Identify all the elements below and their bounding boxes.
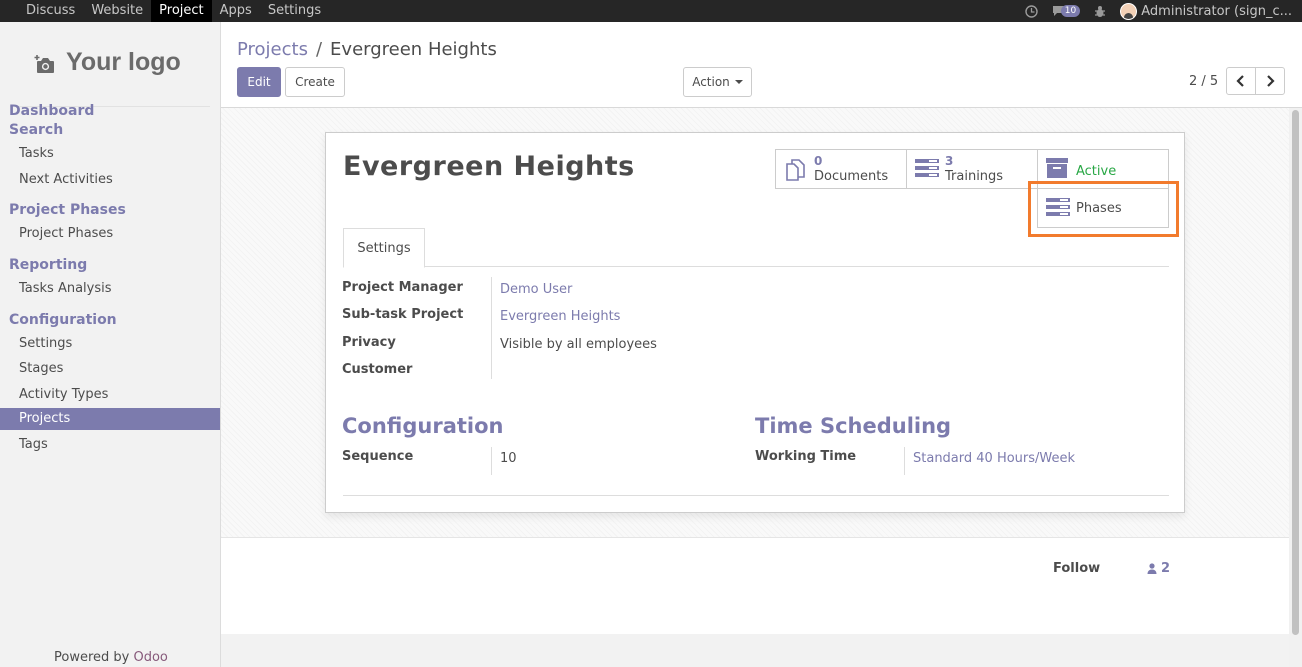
documents-icon xyxy=(784,158,808,181)
action-label: Action xyxy=(692,75,730,89)
breadcrumb-current: Evergreen Heights xyxy=(330,39,497,60)
edit-button[interactable]: Edit xyxy=(237,67,281,97)
top-navbar: Discuss Website Project Apps Settings 10… xyxy=(0,0,1302,22)
menu-apps[interactable]: Apps xyxy=(212,0,260,22)
trainings-count: 3 xyxy=(945,154,954,168)
field-value-working-time[interactable]: Standard 40 Hours/Week xyxy=(913,451,1075,466)
sheet-bottom-divider xyxy=(343,495,1169,496)
user-menu[interactable]: Administrator (sign_c... xyxy=(1141,4,1292,19)
followers-count: 2 xyxy=(1161,561,1171,576)
company-logo[interactable]: Your logo xyxy=(34,48,181,77)
section-configuration: Configuration xyxy=(342,414,504,438)
sidebar-item-stages[interactable]: Stages xyxy=(0,358,220,380)
pager-next-button[interactable] xyxy=(1255,67,1285,95)
field-label-working-time: Working Time xyxy=(755,449,857,464)
sidebar: Your logo Dashboard Search Tasks Next Ac… xyxy=(0,22,221,667)
sidebar-item-project-phases[interactable]: Project Phases xyxy=(0,223,220,245)
menu-settings[interactable]: Settings xyxy=(260,0,329,22)
action-dropdown[interactable]: Action xyxy=(683,67,752,97)
powered-by: Powered by Odoo xyxy=(54,650,168,665)
sidebar-section-project-phases: Project Phases xyxy=(9,202,126,218)
camera-icon xyxy=(34,53,56,73)
field-value-project-manager[interactable]: Demo User xyxy=(500,282,572,297)
logo-text: Your logo xyxy=(66,48,181,76)
field-separator xyxy=(491,277,492,379)
user-icon xyxy=(1147,563,1157,574)
sidebar-section-reporting: Reporting xyxy=(9,257,88,273)
record-title: Evergreen Heights xyxy=(343,151,635,182)
menu-discuss[interactable]: Discuss xyxy=(18,0,83,22)
scrollbar[interactable] xyxy=(1289,108,1302,667)
active-label: Active xyxy=(1076,163,1117,179)
chevron-left-icon xyxy=(1236,75,1244,87)
trainings-label: Trainings xyxy=(945,169,1004,184)
documents-smart-button[interactable]: 0 Documents xyxy=(775,149,907,189)
menu-project[interactable]: Project xyxy=(151,0,212,22)
field-label-sequence: Sequence xyxy=(342,449,414,464)
field-value-privacy[interactable]: Visible by all employees xyxy=(500,337,657,352)
field-label-customer: Customer xyxy=(342,362,413,377)
sidebar-item-settings[interactable]: Settings xyxy=(0,333,220,355)
highlight-box xyxy=(1028,181,1179,237)
user-avatar[interactable] xyxy=(1120,2,1138,20)
powered-by-text: Powered by xyxy=(54,650,134,665)
bug-icon[interactable] xyxy=(1094,5,1106,18)
sidebar-section-configuration: Configuration xyxy=(9,312,117,328)
field-separator xyxy=(904,447,905,475)
caret-down-icon xyxy=(734,80,743,84)
documents-label: Documents xyxy=(814,169,889,184)
field-label-privacy: Privacy xyxy=(342,335,396,350)
systray: 10 Administrator (sign_c... xyxy=(1025,0,1302,22)
messages-icon[interactable]: 10 xyxy=(1052,5,1081,17)
archive-icon xyxy=(1046,158,1070,180)
breadcrumb-separator: / xyxy=(315,39,323,60)
followers-button[interactable]: 2 xyxy=(1147,561,1170,576)
sidebar-item-next-activities[interactable]: Next Activities xyxy=(0,169,220,191)
field-label-subtask-project: Sub-task Project xyxy=(342,307,464,322)
top-menu: Discuss Website Project Apps Settings xyxy=(18,0,329,22)
field-value-subtask-project[interactable]: Evergreen Heights xyxy=(500,309,620,324)
section-time-scheduling: Time Scheduling xyxy=(755,414,952,438)
create-button[interactable]: Create xyxy=(285,67,345,97)
breadcrumb: Projects / Evergreen Heights xyxy=(237,39,497,60)
follow-button[interactable]: Follow xyxy=(1053,561,1100,576)
sidebar-item-tags[interactable]: Tags xyxy=(0,434,220,456)
tab-settings[interactable]: Settings xyxy=(343,228,425,268)
documents-count: 0 xyxy=(814,154,823,168)
powered-by-link[interactable]: Odoo xyxy=(133,650,167,665)
message-count-badge: 10 xyxy=(1060,5,1081,17)
sidebar-item-activity-types[interactable]: Activity Types xyxy=(0,384,220,406)
pager-previous-button[interactable] xyxy=(1226,67,1256,95)
scrollbar-thumb[interactable] xyxy=(1292,110,1299,635)
chevron-right-icon xyxy=(1267,75,1275,87)
breadcrumb-projects[interactable]: Projects xyxy=(237,39,308,60)
menu-website[interactable]: Website xyxy=(83,0,151,22)
clock-icon[interactable] xyxy=(1025,4,1038,18)
sidebar-item-tasks[interactable]: Tasks xyxy=(0,143,220,165)
sidebar-item-tasks-analysis[interactable]: Tasks Analysis xyxy=(0,278,220,300)
chatter-thread-area xyxy=(221,634,1289,667)
trainings-smart-button[interactable]: 3 Trainings xyxy=(906,149,1038,189)
pager-value[interactable]: 2 / 5 xyxy=(1189,74,1218,89)
sidebar-item-projects[interactable]: Projects xyxy=(0,408,220,430)
list-icon xyxy=(915,158,939,180)
field-label-project-manager: Project Manager xyxy=(342,280,463,295)
field-value-sequence[interactable]: 10 xyxy=(500,451,517,466)
field-separator xyxy=(491,447,492,475)
sidebar-section-dashboard: Dashboard Search xyxy=(9,103,95,138)
